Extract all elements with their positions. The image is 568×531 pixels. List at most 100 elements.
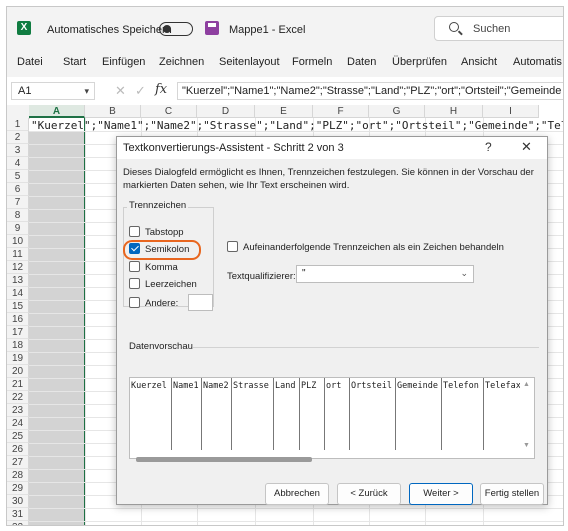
- menu-start[interactable]: Start: [63, 56, 86, 68]
- check-icon[interactable]: ✓: [135, 83, 146, 99]
- name-box[interactable]: A1 ▾: [11, 82, 95, 100]
- scroll-down-icon[interactable]: ▼: [523, 442, 530, 449]
- select-all-corner[interactable]: [7, 105, 30, 119]
- scroll-up-icon[interactable]: ▲: [523, 381, 530, 388]
- comma-checkbox[interactable]: [129, 261, 140, 272]
- column-header-d[interactable]: D: [197, 105, 255, 118]
- row-header-30[interactable]: 30: [7, 495, 29, 508]
- row-header-2[interactable]: 2: [7, 131, 29, 144]
- tab-checkbox[interactable]: [129, 226, 140, 237]
- row-header-25[interactable]: 25: [7, 430, 29, 443]
- cancel-icon[interactable]: ✕: [115, 83, 126, 99]
- search-icon: [449, 22, 459, 32]
- menu-page-layout[interactable]: Seitenlayout: [219, 56, 280, 68]
- row-header-21[interactable]: 21: [7, 378, 29, 391]
- other-delimiter-input[interactable]: [188, 294, 213, 311]
- row-header-22[interactable]: 22: [7, 391, 29, 404]
- preview-column: Telefax: [485, 381, 520, 391]
- back-button[interactable]: < Zurück: [337, 483, 401, 505]
- menu-automate[interactable]: Automatis: [513, 56, 562, 68]
- menu-data[interactable]: Daten: [347, 56, 376, 68]
- row-header-3[interactable]: 3: [7, 144, 29, 157]
- row-header-7[interactable]: 7: [7, 196, 29, 209]
- next-button[interactable]: Weiter >: [409, 483, 473, 505]
- help-icon[interactable]: ?: [485, 140, 492, 154]
- menu-review[interactable]: Überprüfen: [392, 56, 447, 68]
- horizontal-scrollbar[interactable]: [136, 457, 312, 462]
- row-header-5[interactable]: 5: [7, 170, 29, 183]
- close-icon[interactable]: ✕: [521, 139, 532, 155]
- row-header-6[interactable]: 6: [7, 183, 29, 196]
- cell-a1-text: "Kuerzel";"Name1";"Name2";"Strasse";"Lan…: [31, 119, 563, 132]
- finish-button[interactable]: Fertig stellen: [480, 483, 544, 505]
- other-label: Andere:: [145, 298, 179, 309]
- menu-insert[interactable]: Einfügen: [102, 56, 145, 68]
- column-header-e[interactable]: E: [255, 105, 313, 118]
- text-import-wizard-dialog: Textkonvertierungs-Assistent - Schritt 2…: [116, 136, 548, 505]
- dialog-description: Dieses Dialogfeld ermöglicht es Ihnen, T…: [123, 167, 534, 191]
- row-header-1[interactable]: 1: [7, 118, 29, 131]
- dialog-title: Textkonvertierungs-Assistent - Schritt 2…: [123, 142, 344, 154]
- column-header-h[interactable]: H: [425, 105, 483, 118]
- excel-window: X Automatisches Speichern Mappe1 - Excel…: [6, 6, 564, 526]
- text-qualifier-select[interactable]: " ⌄: [296, 265, 474, 283]
- menu-view[interactable]: Ansicht: [461, 56, 497, 68]
- preview-column: Kuerzel: [130, 378, 172, 450]
- row-header-31[interactable]: 31: [7, 508, 29, 521]
- preview-column: Gemeinde: [396, 378, 442, 450]
- menu-file[interactable]: Datei: [17, 56, 43, 68]
- row-header-17[interactable]: 17: [7, 326, 29, 339]
- autosave-toggle[interactable]: [159, 22, 193, 36]
- comma-label: Komma: [145, 262, 178, 273]
- consecutive-label: Aufeinanderfolgende Trennzeichen als ein…: [243, 242, 504, 253]
- space-label: Leerzeichen: [145, 279, 197, 290]
- search-box[interactable]: Suchen: [434, 16, 563, 41]
- space-checkbox[interactable]: [129, 278, 140, 289]
- column-header-i[interactable]: I: [483, 105, 539, 118]
- column-header-f[interactable]: F: [313, 105, 369, 118]
- preview-column: Name1: [172, 378, 202, 450]
- row-header-28[interactable]: 28: [7, 469, 29, 482]
- save-icon[interactable]: [205, 21, 219, 35]
- menu-formulas[interactable]: Formeln: [292, 56, 332, 68]
- formula-input[interactable]: "Kuerzel";"Name1";"Name2";"Strasse";"Lan…: [177, 82, 563, 100]
- menu-draw[interactable]: Zeichnen: [159, 56, 204, 68]
- row-header-32[interactable]: 32: [7, 521, 29, 525]
- row-header-13[interactable]: 13: [7, 274, 29, 287]
- row-header-23[interactable]: 23: [7, 404, 29, 417]
- row-header-11[interactable]: 11: [7, 248, 29, 261]
- chevron-down-icon[interactable]: ▾: [84, 86, 89, 97]
- row-header-26[interactable]: 26: [7, 443, 29, 456]
- row-header-15[interactable]: 15: [7, 300, 29, 313]
- row-header-12[interactable]: 12: [7, 261, 29, 274]
- consecutive-checkbox[interactable]: [227, 241, 238, 252]
- row-header-16[interactable]: 16: [7, 313, 29, 326]
- formula-bar: A1 ▾ ✕ ✓ fx "Kuerzel";"Name1";"Name2";"S…: [7, 77, 563, 106]
- row-header-9[interactable]: 9: [7, 222, 29, 235]
- other-checkbox[interactable]: [129, 297, 140, 308]
- column-header-g[interactable]: G: [369, 105, 425, 118]
- row-header-14[interactable]: 14: [7, 287, 29, 300]
- cancel-button[interactable]: Abbrechen: [265, 483, 329, 505]
- fx-icon[interactable]: fx: [155, 82, 167, 97]
- preview-column: Name2: [202, 378, 232, 450]
- row-header-27[interactable]: 27: [7, 456, 29, 469]
- row-gridline: [29, 508, 563, 509]
- row-header-19[interactable]: 19: [7, 352, 29, 365]
- row-header-4[interactable]: 4: [7, 157, 29, 170]
- semicolon-highlight: [123, 240, 201, 260]
- row-header-29[interactable]: 29: [7, 482, 29, 495]
- column-header-b[interactable]: B: [85, 105, 141, 118]
- column-header-c[interactable]: C: [141, 105, 197, 118]
- row-header-24[interactable]: 24: [7, 417, 29, 430]
- row-header-18[interactable]: 18: [7, 339, 29, 352]
- row-header-8[interactable]: 8: [7, 209, 29, 222]
- title-bar: X Automatisches Speichern Mappe1 - Excel…: [7, 7, 563, 47]
- column-header-a[interactable]: A: [29, 105, 85, 118]
- data-preview[interactable]: Kuerzel Name1 Name2 Strasse Land PLZ ort…: [129, 377, 535, 459]
- text-qualifier-value: ": [302, 268, 306, 279]
- preview-column: Strasse: [232, 378, 274, 450]
- text-qualifier-label: Textqualifizierer:: [227, 271, 296, 282]
- row-header-20[interactable]: 20: [7, 365, 29, 378]
- row-header-10[interactable]: 10: [7, 235, 29, 248]
